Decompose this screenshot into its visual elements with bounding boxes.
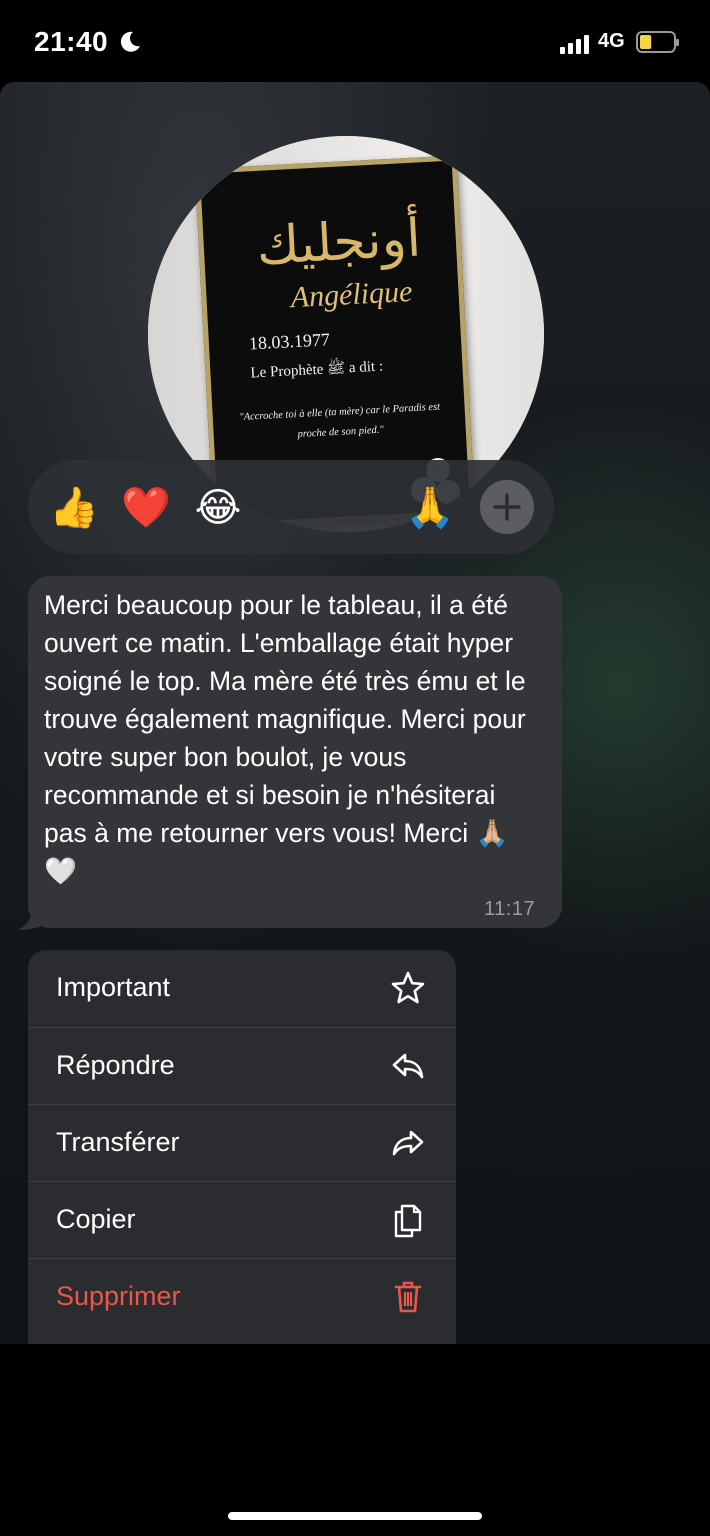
menu-label-delete: Supprimer — [56, 1281, 181, 1311]
add-reaction-icon[interactable] — [480, 480, 534, 534]
forward-icon — [392, 1130, 424, 1156]
artwork-date: 18.03.1977 — [248, 329, 331, 354]
status-time: 21:40 — [34, 26, 109, 57]
reply-icon — [392, 1053, 424, 1079]
menu-item-delete[interactable]: Supprimer — [28, 1258, 456, 1335]
menu-item-reply[interactable]: Répondre — [28, 1027, 456, 1104]
menu-label-reply: Répondre — [56, 1050, 175, 1080]
reaction-heart[interactable]: ❤️ — [120, 482, 172, 534]
message-text: Merci beaucoup pour le tableau, il a été… — [44, 590, 526, 886]
battery-icon — [636, 31, 679, 53]
artwork-name: Angélique — [289, 274, 414, 315]
artwork-arabic-title: أونجليك — [255, 208, 423, 277]
home-indicator[interactable] — [228, 1512, 482, 1520]
menu-label-copy: Copier — [56, 1204, 136, 1234]
moon-icon — [120, 31, 140, 52]
network-type: 4G — [598, 30, 625, 52]
menu-label-forward: Transférer — [56, 1127, 180, 1157]
signal-icon — [560, 35, 589, 54]
menu-label-important: Important — [56, 972, 171, 1002]
copy-icon — [394, 1204, 422, 1238]
star-icon — [391, 971, 425, 1004]
menu-item-copy[interactable]: Copier — [28, 1181, 456, 1258]
status-bar: 21:40 4G — [0, 0, 710, 82]
artwork-said-line: Le Prophète ﷺ a dit : — [250, 358, 384, 382]
reaction-bar: 👍 ❤️ 😂 🙏 — [28, 460, 554, 554]
message-context-menu: Important Répondre Transférer Copier Sup… — [28, 950, 456, 1344]
artwork-quote: "Accroche toi à elle (ta mère) car le Pa… — [239, 401, 441, 441]
trash-icon — [394, 1281, 422, 1313]
reaction-thumbs-up[interactable]: 👍 — [48, 482, 100, 534]
menu-item-forward[interactable]: Transférer — [28, 1104, 456, 1181]
menu-item-important[interactable]: Important — [28, 950, 456, 1026]
message-timestamp: 11:17 — [484, 898, 536, 920]
reaction-tears-of-joy[interactable]: 😂 — [192, 482, 244, 534]
reaction-folded-hands[interactable]: 🙏 — [404, 482, 456, 534]
